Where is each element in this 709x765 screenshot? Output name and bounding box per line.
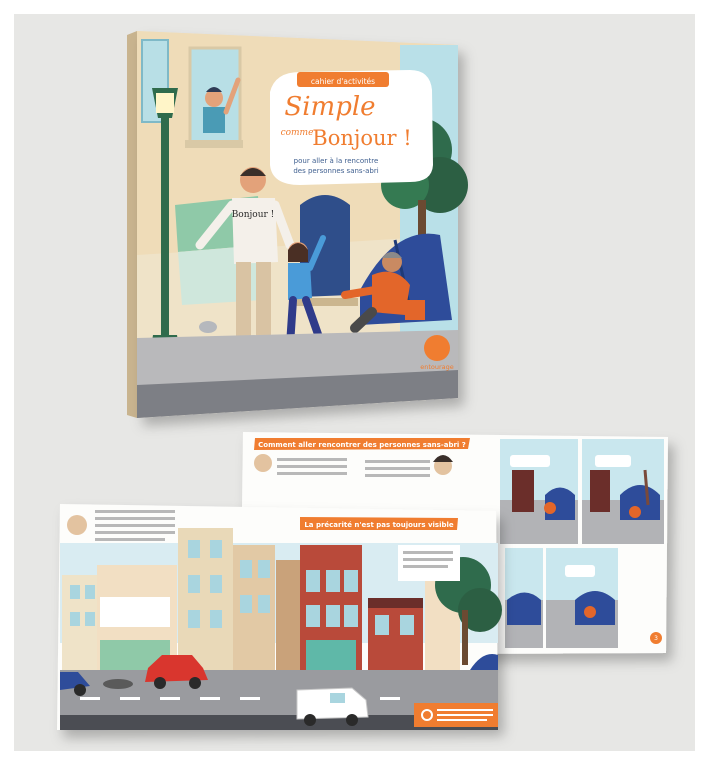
comic-panel <box>505 548 543 648</box>
front-heading-text: La précarité n'est pas toujours visible <box>304 521 454 529</box>
cover-subtitle-line1: pour aller à la rencontre <box>294 157 379 165</box>
building <box>178 528 233 670</box>
building <box>62 575 102 670</box>
comic-panel <box>546 548 618 648</box>
entourage-logo <box>424 335 450 361</box>
backpack <box>405 300 425 320</box>
back-heading-text: Comment aller rencontrer des personnes s… <box>258 441 466 449</box>
cover-badge-text: cahier d'activités <box>311 77 375 86</box>
product-photo: cahier d'activités Simple comme Bonjour … <box>57 31 668 730</box>
speech-bubble <box>398 545 460 581</box>
face-icon-man <box>67 515 87 535</box>
face-icon-man <box>254 454 272 472</box>
publisher-text: entourage <box>420 363 454 371</box>
comic-panel <box>582 439 664 544</box>
comic-panel <box>500 439 578 544</box>
pigeon <box>199 321 217 333</box>
cover-title-line2: Bonjour ! <box>312 126 411 150</box>
shop-front <box>306 640 356 670</box>
building <box>276 560 301 670</box>
front-spread <box>57 504 502 730</box>
cover-subtitle-line2: des personnes sans-abri <box>293 167 378 175</box>
cover-title-comme: comme <box>281 128 314 138</box>
page-number: 3 <box>654 635 658 642</box>
shirt-text: Bonjour ! <box>232 210 275 220</box>
cover-title-line1: Simple <box>284 92 375 122</box>
scooter <box>103 679 133 689</box>
book-spine <box>127 31 137 418</box>
cover-book <box>127 31 468 418</box>
